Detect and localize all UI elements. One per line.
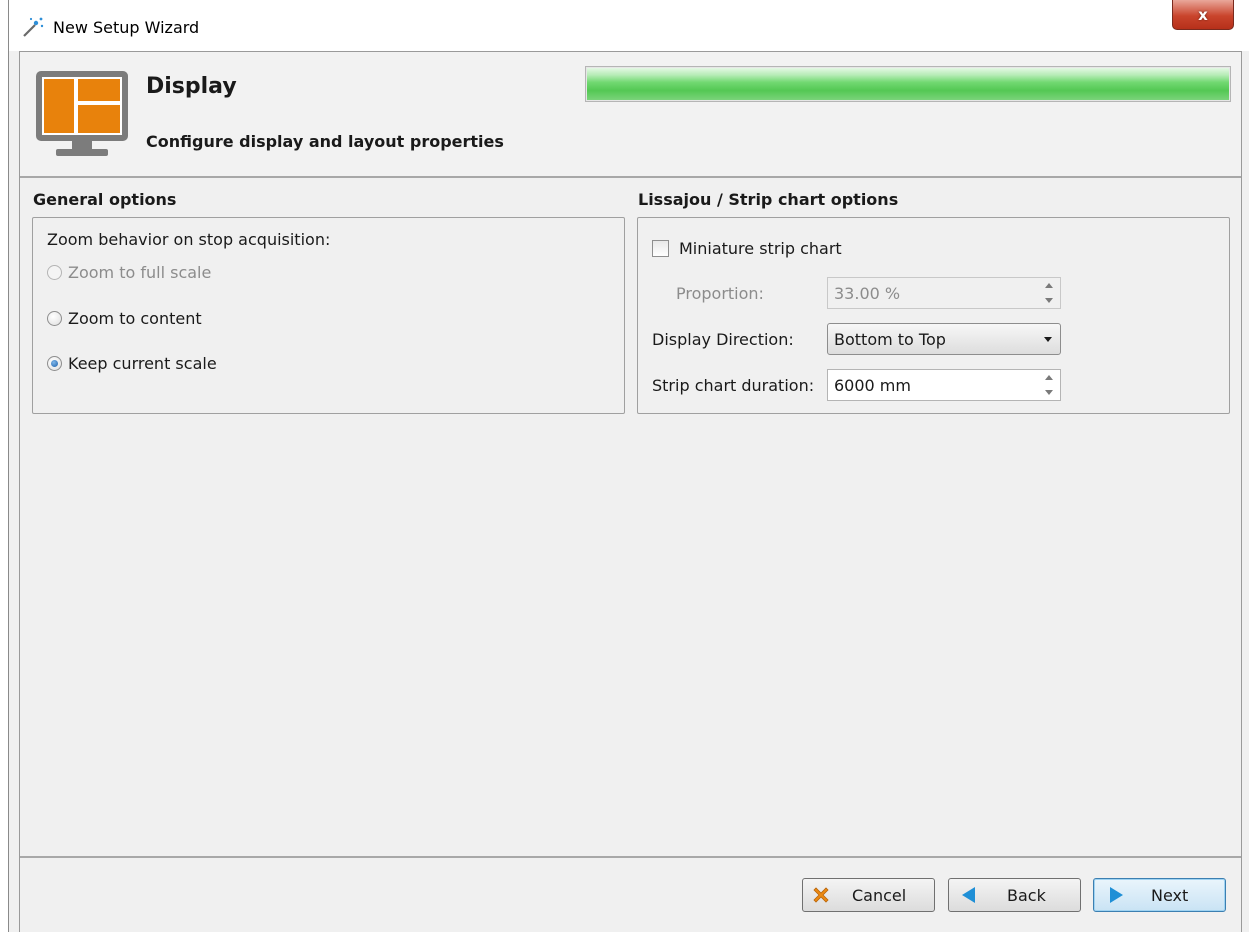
spin-arrows[interactable]: [1044, 283, 1054, 303]
radio-button[interactable]: [47, 356, 62, 371]
general-options-heading: General options: [33, 190, 177, 209]
strip-chart-duration-label: Strip chart duration:: [652, 376, 815, 395]
display-direction-label: Display Direction:: [652, 330, 794, 349]
page-title: Display: [146, 74, 237, 99]
strip-chart-duration-value: 6000 mm: [834, 375, 911, 395]
proportion-value: 33.00 %: [834, 283, 901, 303]
cancel-button[interactable]: Cancel: [802, 878, 935, 912]
general-options-group: Zoom behavior on stop acquisition: Zoom …: [32, 217, 625, 414]
radio-button[interactable]: [47, 265, 62, 280]
radio-label: Keep current scale: [68, 354, 217, 373]
arrow-left-icon: [962, 887, 975, 903]
wizard-header: Display Configure display and layout pro…: [20, 52, 1241, 178]
radio-zoom-to-content[interactable]: Zoom to content: [47, 309, 202, 328]
arrow-down-icon[interactable]: [1045, 298, 1053, 303]
next-button[interactable]: Next: [1093, 878, 1226, 912]
arrow-up-icon[interactable]: [1045, 283, 1053, 288]
arrow-right-icon: [1110, 887, 1123, 903]
miniature-strip-chart-checkbox[interactable]: [652, 240, 669, 257]
strip-chart-options-group: Miniature strip chart Proportion: 33.00 …: [637, 217, 1230, 414]
miniature-strip-chart-option[interactable]: Miniature strip chart: [652, 239, 842, 258]
spin-arrows[interactable]: [1044, 375, 1054, 395]
close-icon: x: [1198, 5, 1208, 24]
display-direction-value: Bottom to Top: [834, 329, 946, 349]
strip-chart-duration-spinbox[interactable]: 6000 mm: [827, 369, 1061, 401]
radio-button[interactable]: [47, 311, 62, 326]
window-title: New Setup Wizard: [53, 18, 200, 37]
cancel-x-icon: [813, 887, 829, 903]
radio-zoom-full-scale[interactable]: Zoom to full scale: [47, 263, 211, 282]
page-subtitle: Configure display and layout properties: [146, 132, 504, 151]
magic-wand-icon: [23, 17, 44, 37]
wizard-progress-bar: [585, 66, 1231, 102]
close-button[interactable]: x: [1172, 0, 1234, 30]
footer-separator: [20, 856, 1241, 858]
radio-label: Zoom to content: [68, 309, 202, 328]
title-bar: New Setup Wizard x: [9, 0, 1249, 51]
setup-wizard-window: New Setup Wizard x Display Configure dis…: [8, 0, 1249, 932]
strip-chart-options-heading: Lissajou / Strip chart options: [638, 190, 899, 209]
back-button-label: Back: [1007, 886, 1046, 905]
radio-label: Zoom to full scale: [68, 263, 212, 282]
progress-fill: [587, 68, 1229, 100]
arrow-up-icon[interactable]: [1045, 375, 1053, 380]
display-layout-icon: [36, 71, 128, 156]
back-button[interactable]: Back: [948, 878, 1081, 912]
zoom-behavior-label: Zoom behavior on stop acquisition:: [47, 230, 331, 249]
radio-keep-current-scale[interactable]: Keep current scale: [47, 354, 217, 373]
arrow-down-icon[interactable]: [1045, 390, 1053, 395]
wizard-client-area: Display Configure display and layout pro…: [19, 51, 1242, 932]
dropdown-arrow-icon: [1044, 337, 1052, 342]
miniature-strip-chart-label: Miniature strip chart: [679, 239, 842, 258]
cancel-button-label: Cancel: [852, 886, 907, 905]
proportion-spinbox[interactable]: 33.00 %: [827, 277, 1061, 309]
display-direction-select[interactable]: Bottom to Top: [827, 323, 1061, 355]
proportion-label: Proportion:: [676, 284, 764, 303]
next-button-label: Next: [1151, 886, 1189, 905]
